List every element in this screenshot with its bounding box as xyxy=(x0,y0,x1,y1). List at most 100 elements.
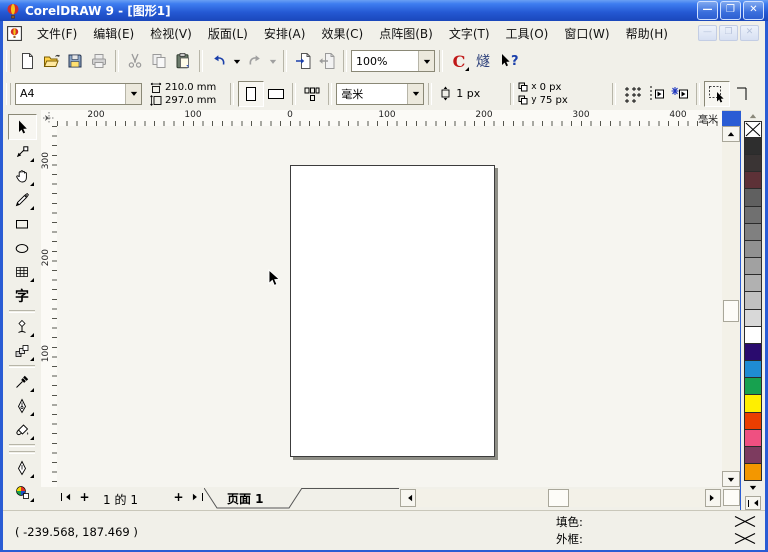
color-swatch[interactable] xyxy=(744,188,762,207)
color-swatch[interactable] xyxy=(744,377,762,396)
menu-window[interactable]: 窗口(W) xyxy=(556,22,617,45)
no-color-swatch[interactable] xyxy=(744,121,762,138)
units-combo[interactable]: 毫米 xyxy=(336,82,425,105)
color-swatch[interactable] xyxy=(744,222,762,241)
import-button[interactable] xyxy=(291,49,315,73)
color-swatch[interactable] xyxy=(744,394,762,413)
color-swatch[interactable] xyxy=(744,171,762,190)
outline-pen-tool[interactable] xyxy=(9,394,36,418)
save-button[interactable] xyxy=(63,49,87,73)
drawing-canvas[interactable] xyxy=(57,126,722,487)
color-swatch[interactable] xyxy=(744,325,762,344)
page-tab[interactable]: 页面 1 xyxy=(227,490,264,507)
new-document-button[interactable] xyxy=(15,49,39,73)
graph-paper-tool[interactable] xyxy=(9,260,36,284)
menu-effects[interactable]: 效果(C) xyxy=(313,22,371,45)
add-page-after-button[interactable]: + xyxy=(171,489,186,505)
color-swatch[interactable] xyxy=(744,274,762,293)
menu-help[interactable]: 帮助(H) xyxy=(618,22,676,45)
portrait-button[interactable] xyxy=(238,80,265,107)
color-swatch[interactable] xyxy=(744,308,762,327)
eyedropper-tool[interactable] xyxy=(9,370,36,394)
freehand-tool[interactable] xyxy=(9,188,36,212)
scroll-up-button[interactable] xyxy=(722,126,740,142)
add-page-before-button[interactable]: + xyxy=(77,489,92,505)
vertical-scroll-thumb[interactable] xyxy=(723,300,739,322)
undo-dropdown[interactable] xyxy=(231,49,243,73)
nudge-offset-stepper[interactable] xyxy=(436,82,454,106)
duplicate-x-value[interactable]: 0 px xyxy=(540,81,562,94)
undo-button[interactable] xyxy=(207,49,231,73)
color-swatch[interactable] xyxy=(744,411,762,430)
treat-as-filled-button[interactable] xyxy=(703,80,730,107)
whats-this-button[interactable]: ? xyxy=(495,49,523,73)
paper-height-value[interactable]: 297.0 mm xyxy=(165,94,216,107)
color-swatch[interactable] xyxy=(744,154,762,173)
menu-edit[interactable]: 编辑(E) xyxy=(85,22,142,45)
palette-scroll-down-button[interactable] xyxy=(741,481,765,493)
paste-button[interactable] xyxy=(171,49,195,73)
horizontal-scrollbar[interactable] xyxy=(400,489,721,507)
palette-expand-button[interactable] xyxy=(745,496,761,510)
snap-to-guidelines-button[interactable] xyxy=(644,82,668,106)
property-bar-overflow-button[interactable] xyxy=(730,82,754,106)
menu-view[interactable]: 检视(V) xyxy=(142,22,200,45)
ellipse-tool[interactable] xyxy=(9,236,36,260)
application-launcher-button[interactable]: C xyxy=(447,49,471,73)
pick-tool[interactable] xyxy=(7,114,37,140)
snap-to-grid-button[interactable] xyxy=(620,82,644,106)
color-swatch[interactable] xyxy=(744,257,762,276)
pan-tool[interactable] xyxy=(9,164,36,188)
snap-to-objects-button[interactable] xyxy=(668,82,692,106)
color-swatch[interactable] xyxy=(744,239,762,259)
menu-layout[interactable]: 版面(L) xyxy=(200,22,256,45)
zoom-level-dropdown[interactable] xyxy=(418,51,434,71)
color-swatch[interactable] xyxy=(744,462,762,482)
interactive-outline-tool[interactable] xyxy=(9,456,36,480)
scroll-right-button[interactable] xyxy=(705,489,721,507)
set-default-page-button[interactable] xyxy=(300,82,324,106)
color-swatch[interactable] xyxy=(744,291,762,310)
zoom-level-combo[interactable]: 100% xyxy=(351,50,435,72)
menu-file[interactable]: 文件(F) xyxy=(29,22,85,45)
fill-tool[interactable] xyxy=(9,418,36,442)
color-swatch[interactable] xyxy=(744,360,762,379)
units-dropdown[interactable] xyxy=(407,83,424,104)
first-page-button[interactable] xyxy=(58,489,73,505)
color-swatch[interactable] xyxy=(744,205,762,224)
rectangle-tool[interactable] xyxy=(9,212,36,236)
nudge-offset-value[interactable]: 1 px xyxy=(456,87,480,100)
paper-size-combo[interactable]: A4 xyxy=(15,82,142,105)
menu-tools[interactable]: 工具(O) xyxy=(498,22,557,45)
toolbar-grip[interactable] xyxy=(6,50,11,72)
scroll-left-button[interactable] xyxy=(400,489,416,507)
vertical-scrollbar[interactable] xyxy=(722,126,740,487)
ruler-origin-corner[interactable] xyxy=(41,110,58,127)
color-swatch[interactable] xyxy=(744,428,762,447)
menu-bitmaps[interactable]: 点阵图(B) xyxy=(371,22,441,45)
menu-text[interactable]: 文字(T) xyxy=(441,22,498,45)
interactive-fill-tool[interactable] xyxy=(9,480,36,504)
text-tool-icon: 字 xyxy=(15,289,29,305)
color-swatch[interactable] xyxy=(744,137,762,156)
menu-arrange[interactable]: 安排(A) xyxy=(256,22,314,45)
color-swatch[interactable] xyxy=(744,445,762,464)
duplicate-y-value[interactable]: 75 px xyxy=(540,94,568,107)
shape-tool[interactable] xyxy=(9,140,36,164)
horizontal-scroll-thumb[interactable] xyxy=(548,489,569,507)
color-swatch[interactable] xyxy=(744,342,762,362)
corel-online-button[interactable]: 燧 xyxy=(471,49,495,73)
paper-width-value[interactable]: 210.0 mm xyxy=(165,81,216,94)
interactive-distortion-tool[interactable] xyxy=(9,315,36,339)
toolbar-grip[interactable] xyxy=(6,82,11,105)
open-button[interactable] xyxy=(39,49,63,73)
landscape-button[interactable] xyxy=(264,82,288,106)
close-button[interactable]: ✕ xyxy=(743,1,764,20)
maximize-button[interactable]: ❐ xyxy=(720,1,741,20)
scroll-down-button[interactable] xyxy=(722,471,740,487)
interactive-blend-tool[interactable] xyxy=(9,339,36,363)
last-page-button[interactable] xyxy=(190,489,205,505)
text-tool[interactable]: 字 xyxy=(9,284,36,308)
minimize-button[interactable]: — xyxy=(697,1,718,20)
paper-size-dropdown[interactable] xyxy=(125,83,141,104)
